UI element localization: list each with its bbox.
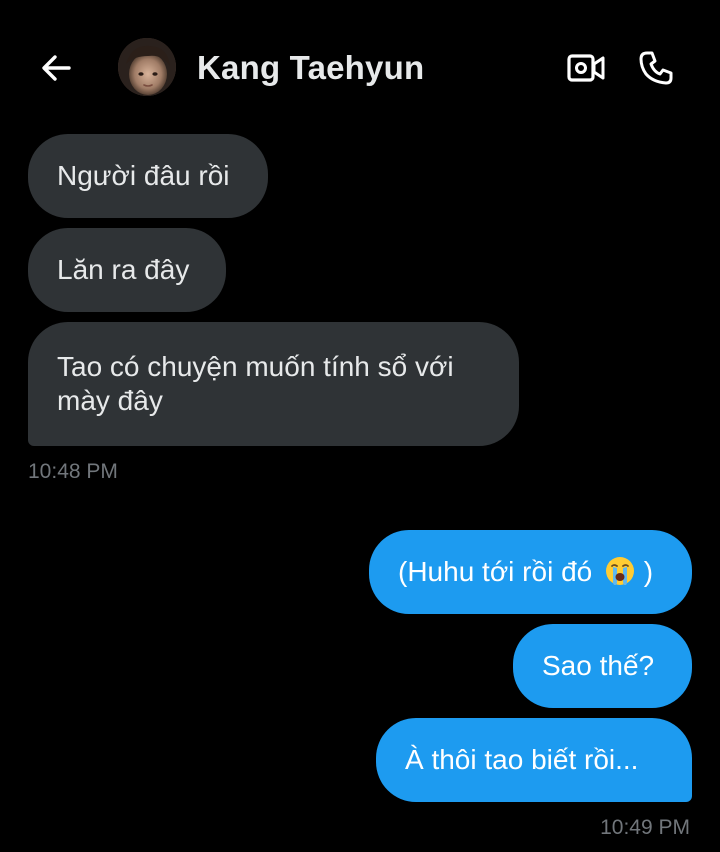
loudly-crying-face-icon bbox=[606, 557, 635, 585]
message-timestamp: 10:49 PM bbox=[600, 816, 690, 839]
message-text: Tao có chuyện muốn tính sổ với mày đây bbox=[57, 351, 454, 416]
video-camera-icon bbox=[567, 54, 605, 82]
outgoing-message[interactable]: (Huhu tới rồi đó ) bbox=[369, 530, 692, 614]
message-timestamp: 10:48 PM bbox=[28, 460, 118, 483]
avatar-photo bbox=[118, 38, 176, 96]
avatar[interactable] bbox=[118, 38, 176, 96]
message-text: À thôi tao biết rồi... bbox=[405, 744, 639, 775]
outgoing-message[interactable]: Sao thế? bbox=[513, 624, 692, 708]
back-button[interactable] bbox=[36, 48, 76, 88]
conversation-header: Kang Taehyun bbox=[0, 0, 720, 134]
message-text: Người đâu rồi bbox=[57, 160, 230, 191]
message-text: Sao thế? bbox=[542, 650, 655, 681]
incoming-message[interactable]: Người đâu rồi bbox=[28, 134, 268, 218]
message-text: (Huhu tới rồi đó ) bbox=[398, 555, 653, 589]
incoming-message[interactable]: Tao có chuyện muốn tính sổ với mày đây bbox=[28, 322, 519, 446]
message-text-end: ) bbox=[643, 556, 654, 587]
message-text-main: (Huhu tới rồi đó bbox=[398, 556, 593, 587]
message-text: Lăn ra đây bbox=[57, 254, 190, 285]
voice-call-button[interactable] bbox=[636, 48, 676, 88]
phone-icon bbox=[639, 51, 673, 85]
incoming-message[interactable]: Lăn ra đây bbox=[28, 228, 226, 312]
outgoing-message[interactable]: À thôi tao biết rồi... bbox=[376, 718, 692, 802]
contact-name[interactable]: Kang Taehyun bbox=[197, 49, 424, 87]
video-call-button[interactable] bbox=[566, 48, 606, 88]
arrow-left-icon bbox=[42, 55, 71, 81]
